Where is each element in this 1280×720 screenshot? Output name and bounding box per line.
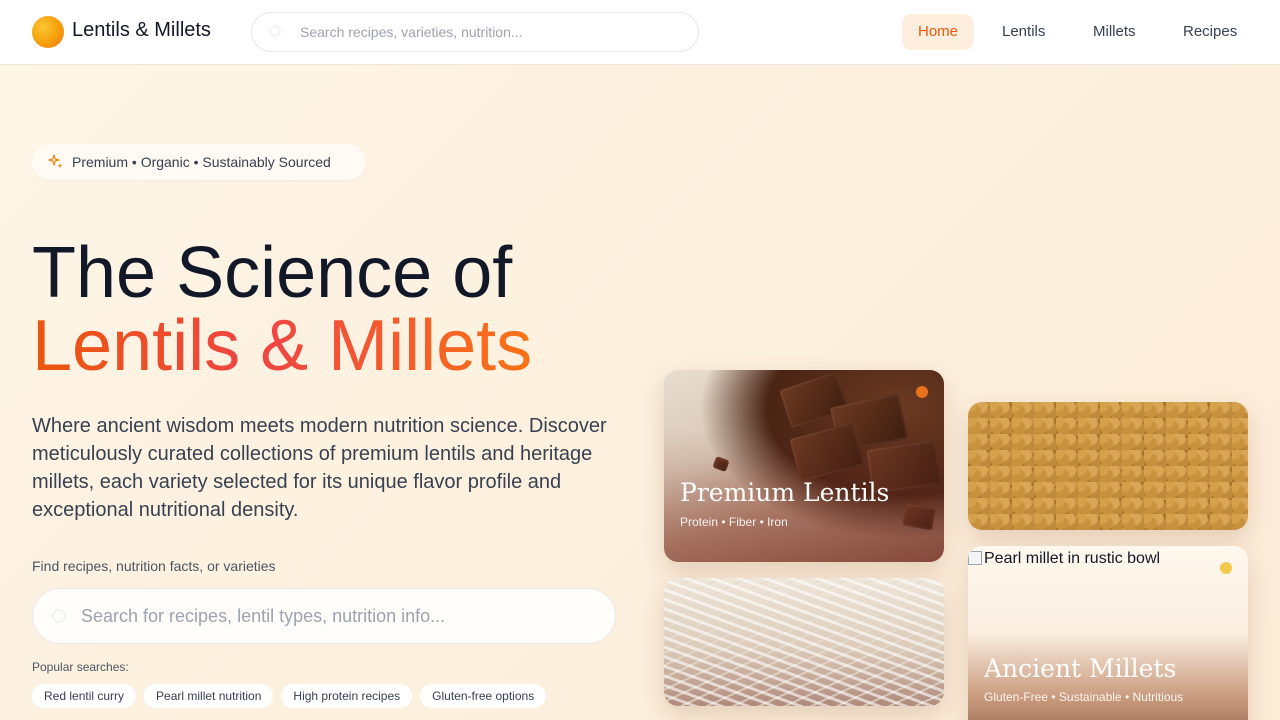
card-tags: Protein • Fiber • Iron bbox=[680, 515, 788, 529]
card-tags: Gluten-Free • Sustainable • Nutritious bbox=[984, 690, 1184, 704]
search-icon bbox=[52, 609, 66, 623]
hero-search-box[interactable] bbox=[32, 588, 616, 644]
broken-image-icon bbox=[968, 551, 982, 565]
search-label: Find recipes, nutrition facts, or variet… bbox=[32, 558, 276, 574]
header-search-input[interactable] bbox=[300, 13, 680, 51]
hero-title-line2: Lentils & Millets bbox=[32, 306, 533, 386]
brand-name[interactable]: Lentils & Millets bbox=[72, 19, 211, 42]
top-header: Lentils & Millets Home Lentils Millets R… bbox=[0, 0, 1280, 65]
nav-millets[interactable]: Millets bbox=[1077, 14, 1152, 50]
hero-badge: Premium • Organic • Sustainably Sourced bbox=[32, 144, 366, 180]
chip-red-lentil-curry[interactable]: Red lentil curry bbox=[32, 684, 137, 708]
chip-pearl-millet-nutrition[interactable]: Pearl millet nutrition bbox=[144, 684, 274, 708]
search-icon bbox=[269, 25, 281, 37]
chip-high-protein-recipes[interactable]: High protein recipes bbox=[281, 684, 413, 708]
marker-dot bbox=[1220, 562, 1232, 574]
sparkles-icon bbox=[48, 154, 63, 169]
image-alt-text: Pearl millet in rustic bowl bbox=[984, 550, 1161, 567]
nav-home[interactable]: Home bbox=[902, 14, 975, 50]
brand-logo[interactable] bbox=[32, 16, 64, 48]
popular-searches-label: Popular searches: bbox=[32, 660, 129, 674]
popular-searches: Red lentil curry Pearl millet nutrition … bbox=[32, 684, 547, 708]
card-rice-image[interactable] bbox=[664, 578, 944, 706]
card-ancient-millets[interactable]: Pearl millet in rustic bowl Ancient Mill… bbox=[968, 546, 1248, 720]
card-grains-image[interactable] bbox=[968, 402, 1248, 530]
nav-recipes[interactable]: Recipes bbox=[1167, 14, 1253, 50]
hero-description: Where ancient wisdom meets modern nutrit… bbox=[32, 415, 607, 521]
badge-text: Premium • Organic • Sustainably Sourced bbox=[72, 154, 331, 170]
hero-search-input[interactable] bbox=[81, 589, 601, 643]
card-premium-lentils[interactable]: Premium Lentils Protein • Fiber • Iron bbox=[664, 370, 944, 562]
chip-gluten-free-options[interactable]: Gluten-free options bbox=[420, 684, 547, 708]
card-title: Premium Lentils bbox=[680, 478, 890, 507]
marker-dot bbox=[916, 386, 928, 398]
nav-lentils[interactable]: Lentils bbox=[986, 14, 1061, 50]
header-search-box[interactable] bbox=[251, 12, 699, 52]
card-title: Ancient Millets bbox=[984, 654, 1177, 683]
broken-image: Pearl millet in rustic bowl bbox=[968, 550, 1160, 568]
hero-title-line1: The Science of bbox=[32, 233, 513, 313]
